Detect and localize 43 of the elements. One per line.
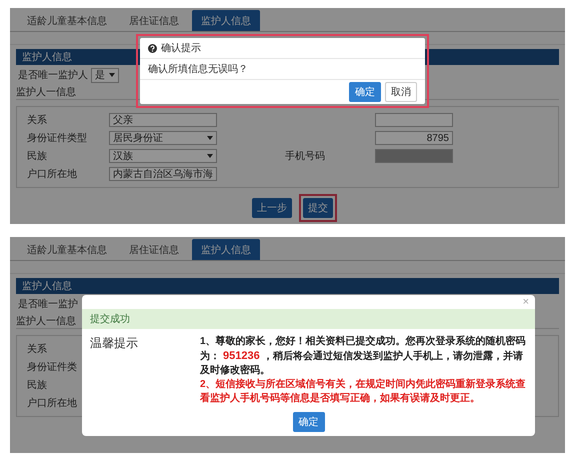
masked-field[interactable] [375,149,453,163]
field-label: 身份证件类 [27,362,77,373]
confirm-button[interactable]: 确定 [292,412,324,432]
tab[interactable]: 监护人信息 [192,239,260,260]
tab[interactable]: 居住证信息 [120,239,188,260]
field-label: 户口所在地 [27,398,77,409]
input-field[interactable]: 内蒙古自治区乌海市海 [109,167,217,181]
input-field[interactable]: 父亲 [109,113,217,127]
notice-paragraph: 2、短信接收与所在区域信号有关，在规定时间内凭此密码重新登录系统查看监护人手机号码等信息是否填写正确，如果有误请及时更正。 [200,378,527,406]
field-label: 是否唯一监护 [18,298,78,311]
caret-icon [109,73,115,77]
step-button[interactable]: 提交 [303,198,333,218]
tab[interactable]: 适龄儿童基本信息 [18,10,116,31]
notice-paragraph: 1、尊敬的家长，您好！相关资料已提交成功。您再次登录系统的随机密码为： 951236 ，稍后将会通过短信发送到监护人手机上，请勿泄露，并请及时修改密码。 [200,335,527,378]
step-button[interactable]: 上一步 [252,198,292,218]
status-message: 提交成功 [90,312,130,326]
field-label: 民族 [27,380,47,391]
field-label: 身份证件类型 [27,133,87,144]
tab[interactable]: 监护人信息 [192,10,260,31]
panel-title: 监护人信息 [22,280,72,293]
field-label: 手机号码 [285,151,325,162]
select-field[interactable]: 汉族 [109,149,217,163]
dialog-message: 确认所填信息无误吗？ [148,62,248,76]
dialog-title: 确认提示 [161,42,201,55]
question-icon [148,44,157,52]
tab[interactable]: 适龄儿童基本信息 [18,239,116,260]
confirm-button[interactable]: 确定 [349,82,381,102]
input-field[interactable] [375,113,453,127]
tab[interactable]: 居住证信息 [120,10,188,31]
field-label: 民族 [27,151,47,162]
caret-icon [207,136,213,140]
cancel-button[interactable]: 取消 [385,82,417,102]
close-button[interactable]: × [522,295,529,309]
field-label: 户口所在地 [27,169,77,180]
select-field[interactable]: 居民身份证 [109,131,217,145]
field-label: 关系 [27,115,47,126]
input-field[interactable]: 8795 [375,131,453,145]
field-label: 是否唯一监护人 [18,68,88,82]
panel-title: 监护人信息 [22,50,72,64]
select-field[interactable]: 是 [91,68,119,82]
caret-icon [207,154,213,158]
notice-heading: 温馨提示 [90,335,139,352]
field-label: 关系 [27,344,47,355]
